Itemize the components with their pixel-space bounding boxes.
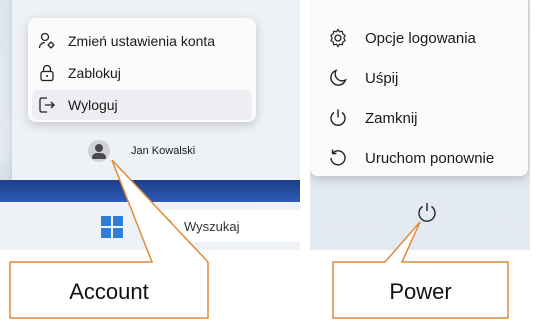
menu-item-sign-in-options[interactable]: Opcje logowania [310, 20, 528, 56]
search-label: Wyszukaj [184, 218, 240, 234]
restart-icon [326, 146, 350, 170]
menu-item-label: Zmień ustawienia konta [68, 33, 216, 49]
menu-item-shut-down[interactable]: Zamknij [310, 100, 528, 136]
search-icon [160, 218, 176, 234]
account-callout-label: Account [69, 279, 149, 304]
menu-item-label: Opcje logowania [365, 29, 476, 47]
taskbar-search-box[interactable]: Wyszukaj [150, 210, 300, 242]
menu-item-change-account-settings[interactable]: Zmień ustawienia konta [32, 26, 252, 56]
menu-item-label: Uśpij [365, 69, 399, 87]
menu-item-restart[interactable]: Uruchom ponownie [310, 140, 528, 176]
moon-icon [326, 66, 350, 90]
menu-item-label: Zamknij [365, 109, 418, 127]
windows-logo-icon[interactable] [101, 216, 123, 238]
power-icon [326, 106, 350, 130]
menu-item-sleep[interactable]: Uśpij [310, 60, 528, 96]
account-screenshot: Zmień ustawienia konta Zablokuj Wyloguj … [0, 0, 300, 250]
menu-item-lock[interactable]: Zablokuj [32, 58, 252, 88]
menu-item-sign-out[interactable]: Wyloguj [32, 90, 252, 120]
user-account-button[interactable]: Jan Kowalski [88, 140, 195, 162]
account-menu: Zmień ustawienia konta Zablokuj Wyloguj [28, 18, 256, 122]
menu-item-label: Uruchom ponownie [365, 149, 495, 167]
avatar [88, 140, 110, 162]
menu-item-label: Wyloguj [68, 97, 118, 113]
user-name: Jan Kowalski [131, 145, 196, 157]
gear-icon [326, 26, 350, 50]
power-callout-label: Power [389, 279, 452, 304]
account-settings-icon [36, 30, 58, 52]
lock-icon [36, 62, 58, 84]
power-button-icon[interactable] [416, 201, 438, 223]
sign-out-icon [36, 94, 58, 116]
menu-item-label: Zablokuj [68, 65, 121, 81]
power-menu: Opcje logowania Uśpij Zamknij Uruchom po… [310, 0, 528, 176]
